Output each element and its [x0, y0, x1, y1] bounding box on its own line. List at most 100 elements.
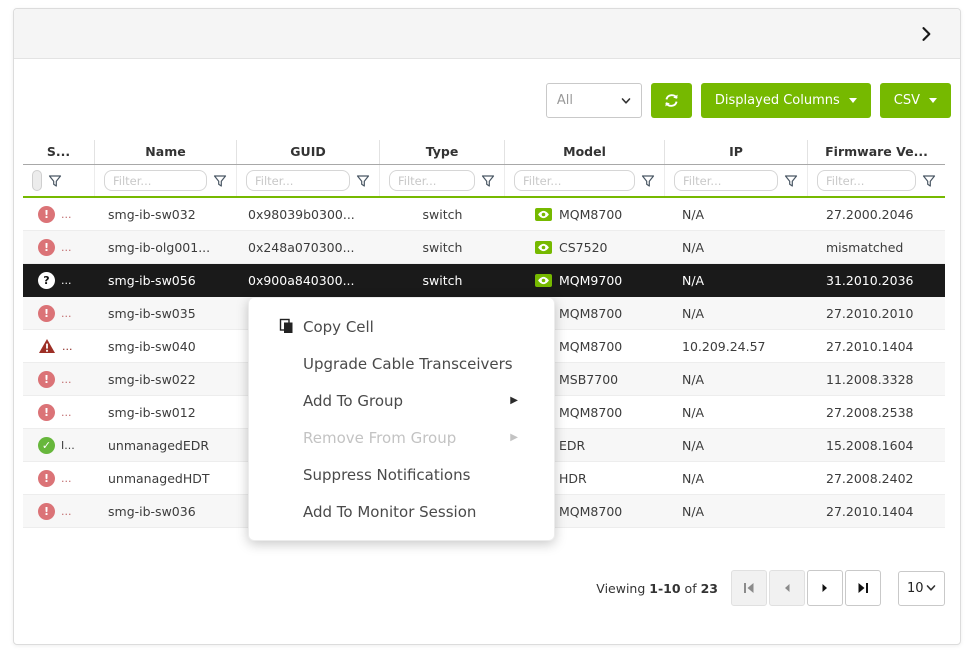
filter-input[interactable]	[32, 170, 42, 191]
status-text: ...	[61, 274, 72, 287]
filter-funnel-icon[interactable]	[48, 174, 62, 188]
column-header-ip[interactable]: IP	[665, 140, 808, 164]
model-label: MQM8700	[559, 339, 622, 354]
page-size-select[interactable]: 10	[898, 571, 945, 606]
error-status-icon: !	[38, 305, 55, 322]
error-status-icon: !	[38, 371, 55, 388]
next-page-button[interactable]	[807, 570, 843, 606]
status-cell: !...	[23, 297, 95, 329]
type-cell: switch	[380, 231, 505, 263]
table-row[interactable]: !...smg-ib-sw0320x98039b0300...switchMQM…	[23, 198, 945, 231]
menu-item-copy-cell[interactable]: Copy Cell	[249, 308, 554, 345]
csv-label: CSV	[894, 93, 920, 108]
table-row[interactable]: !...smg-ib-olg001...0x248a070300...switc…	[23, 231, 945, 264]
filter-funnel-icon[interactable]	[481, 174, 495, 188]
panel-header	[14, 9, 960, 59]
last-page-button[interactable]	[845, 570, 881, 606]
menu-item-label: Copy Cell	[303, 318, 374, 336]
filter-funnel-icon[interactable]	[784, 174, 798, 188]
filter-cell	[380, 165, 505, 196]
collapse-panel-icon[interactable]	[916, 24, 936, 44]
filter-input[interactable]	[674, 170, 778, 191]
table-row[interactable]: ?...smg-ib-sw0560x900a840300...switchMQM…	[23, 264, 945, 297]
menu-item-label: Remove From Group	[303, 429, 456, 447]
filter-input[interactable]	[817, 170, 916, 191]
error-status-icon: !	[38, 470, 55, 487]
column-header-guid[interactable]: GUID	[237, 140, 380, 164]
menu-item-add-to-group[interactable]: Add To Group▶	[249, 382, 554, 419]
prev-page-icon	[779, 580, 795, 596]
firmware-cell: 27.2008.2538	[808, 396, 945, 428]
context-menu: Copy Cell Upgrade Cable Transceivers Add T…	[248, 297, 555, 541]
name-cell: unmanagedEDR	[95, 429, 237, 461]
model-label: HDR	[559, 471, 587, 486]
menu-item-label: Upgrade Cable Transceivers	[303, 355, 513, 373]
submenu-arrow-icon: ▶	[510, 432, 518, 443]
status-text: ...	[62, 340, 73, 353]
status-cell: !...	[23, 363, 95, 395]
filter-funnel-icon[interactable]	[641, 174, 655, 188]
column-header-type[interactable]: Type	[380, 140, 505, 164]
status-cell: ✓I...	[23, 429, 95, 461]
column-header-s[interactable]: S...	[23, 140, 95, 164]
status-cell: !...	[23, 231, 95, 263]
filter-funnel-icon[interactable]	[356, 174, 370, 188]
model-label: MQM8700	[559, 207, 622, 222]
page-root: All Displayed Columns	[0, 0, 975, 652]
filter-input[interactable]	[246, 170, 350, 191]
menu-item-label: Suppress Notifications	[303, 466, 470, 484]
question-status-icon: ?	[38, 272, 55, 289]
filter-funnel-icon[interactable]	[922, 174, 936, 188]
guid-cell: 0x248a070300...	[237, 231, 380, 263]
table-filter-row	[23, 165, 945, 198]
scope-filter-value: All	[557, 93, 573, 108]
copy-icon	[279, 318, 294, 334]
column-header-firmware-ve[interactable]: Firmware Ve...	[808, 140, 945, 164]
menu-item-add-to-monitor-session[interactable]: Add To Monitor Session	[249, 493, 554, 530]
type-cell: switch	[380, 198, 505, 230]
refresh-icon	[663, 92, 680, 109]
status-text: ...	[61, 373, 72, 386]
model-label: MQM9700	[559, 273, 622, 288]
scope-filter-select[interactable]: All	[546, 83, 642, 118]
chevron-down-icon	[926, 583, 936, 593]
model-label: MQM8700	[559, 306, 622, 321]
last-page-icon	[855, 580, 871, 596]
first-page-button	[731, 570, 767, 606]
firmware-cell: 31.2010.2036	[808, 264, 945, 296]
error-status-icon: !	[38, 239, 55, 256]
column-header-name[interactable]: Name	[95, 140, 237, 164]
filter-input[interactable]	[389, 170, 475, 191]
model-cell: MQM9700	[505, 264, 665, 296]
name-cell: smg-ib-sw022	[95, 363, 237, 395]
table-header-row: S...NameGUIDTypeModelIPFirmware Ve...	[23, 139, 945, 165]
viewing-range: 1-10	[649, 581, 680, 596]
caret-down-icon	[849, 98, 857, 103]
refresh-button[interactable]	[651, 83, 692, 118]
filter-cell	[505, 165, 665, 196]
firmware-cell: 27.2010.1404	[808, 330, 945, 362]
column-header-model[interactable]: Model	[505, 140, 665, 164]
next-page-icon	[817, 580, 833, 596]
menu-item-suppress-notifications[interactable]: Suppress Notifications	[249, 456, 554, 493]
submenu-arrow-icon: ▶	[510, 395, 518, 406]
page-size-value: 10	[907, 581, 924, 596]
viewing-total: 23	[701, 581, 718, 596]
nvidia-logo-icon	[535, 241, 552, 254]
csv-button[interactable]: CSV	[880, 83, 951, 118]
filter-input[interactable]	[514, 170, 635, 191]
firmware-cell: 27.2010.1404	[808, 495, 945, 527]
menu-item-upgrade-cable-transceivers[interactable]: Upgrade Cable Transceivers	[249, 345, 554, 382]
status-text: ...	[61, 472, 72, 485]
model-label: EDR	[559, 438, 585, 453]
status-cell: ...	[23, 330, 95, 362]
caret-down-icon	[929, 98, 937, 103]
viewing-of: of	[685, 581, 697, 596]
filter-funnel-icon[interactable]	[213, 174, 227, 188]
displayed-columns-button[interactable]: Displayed Columns	[701, 83, 871, 118]
filter-cell	[237, 165, 380, 196]
filter-input[interactable]	[104, 170, 207, 191]
pager-buttons	[731, 570, 881, 606]
firmware-cell: 27.2010.2010	[808, 297, 945, 329]
ip-cell: N/A	[665, 363, 808, 395]
